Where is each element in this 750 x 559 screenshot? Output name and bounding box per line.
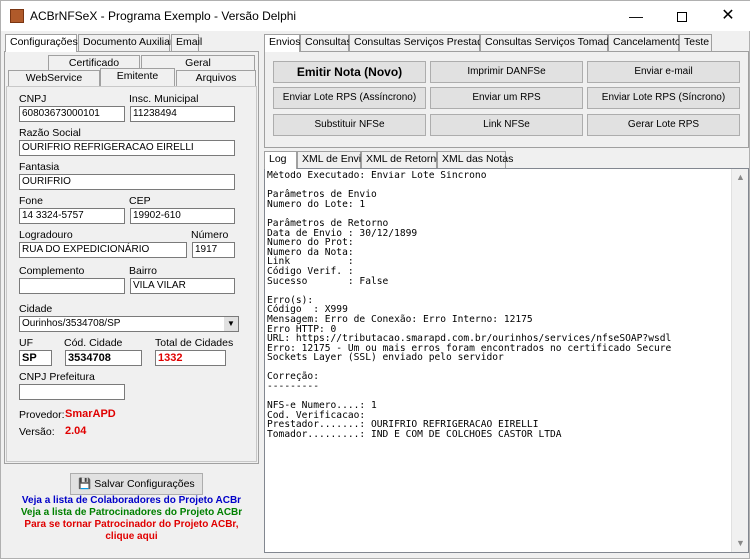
provedor-value: SmarAPD bbox=[65, 408, 116, 420]
title-bar: ACBrNFSeX - Programa Exemplo - Versão De… bbox=[1, 1, 750, 31]
main-window: ACBrNFSeX - Programa Exemplo - Versão De… bbox=[0, 0, 750, 559]
cnpj-label: CNPJ bbox=[19, 93, 47, 105]
tab-arquivos[interactable]: Arquivos bbox=[176, 70, 256, 87]
salvar-configuracoes-button[interactable]: 💾 Salvar Configurações bbox=[70, 473, 203, 495]
tab-webservice[interactable]: WebService bbox=[8, 70, 100, 87]
tab-documento-auxiliar[interactable]: Documento Auxiliar bbox=[78, 34, 173, 51]
cidade-value: Ourinhos/3534708/SP bbox=[22, 318, 121, 329]
logradouro-input[interactable]: RUA DO EXPEDICIONÁRIO bbox=[19, 242, 187, 258]
save-icon: 💾 bbox=[78, 478, 92, 490]
tab-envios[interactable]: Envios bbox=[264, 34, 301, 52]
total-cidades-label: Total de Cidades bbox=[155, 337, 234, 349]
tab-teste[interactable]: Teste bbox=[679, 34, 712, 51]
tab-servicos-prestados[interactable]: Consultas Serviços Prestados bbox=[349, 34, 494, 51]
cnpj-prefeitura-input[interactable] bbox=[19, 384, 125, 400]
cep-label: CEP bbox=[129, 195, 151, 207]
scroll-down-icon[interactable]: ▼ bbox=[732, 535, 749, 552]
log-line: --------- bbox=[267, 381, 319, 393]
tab-consultas[interactable]: Consultas bbox=[300, 34, 352, 51]
config-panel: Certificado Geral WebService Emitente Ar… bbox=[4, 51, 259, 464]
right-tabbar: Envios Consultas Consultas Serviços Pres… bbox=[264, 34, 749, 52]
bairro-label: Bairro bbox=[129, 265, 158, 277]
emitir-nota-button[interactable]: Emitir Nota (Novo) bbox=[273, 61, 426, 83]
log-memo[interactable]: Método Executado: Enviar Lote Síncrono Pa… bbox=[264, 168, 749, 553]
log-line: Sucesso : False bbox=[267, 275, 389, 287]
tab-servicos-tomados[interactable]: Consultas Serviços Tomados bbox=[480, 34, 620, 51]
complemento-label: Complemento bbox=[19, 265, 85, 277]
salvar-configuracoes-label: Salvar Configurações bbox=[94, 478, 195, 490]
enviar-lote-assincrono-button[interactable]: Enviar Lote RPS (Assíncrono) bbox=[273, 87, 426, 109]
numero-input[interactable]: 1917 bbox=[192, 242, 235, 258]
window-title: ACBrNFSeX - Programa Exemplo - Versão De… bbox=[30, 9, 297, 23]
app-icon bbox=[10, 9, 24, 23]
razao-label: Razão Social bbox=[19, 127, 81, 139]
complemento-input[interactable] bbox=[19, 278, 125, 294]
logradouro-label: Logradouro bbox=[19, 229, 73, 241]
log-line: Correção: bbox=[267, 371, 319, 383]
patrocinadores-link[interactable]: Veja a lista de Patrocinadores do Projet… bbox=[4, 507, 259, 519]
cod-cidade-input[interactable]: 3534708 bbox=[65, 350, 142, 366]
emitente-page: CNPJ 60803673000101 Insc. Municipal 1123… bbox=[6, 86, 257, 462]
colaboradores-link[interactable]: Veja a lista de Colaboradores do Projeto… bbox=[4, 495, 259, 507]
versao-value: 2.04 bbox=[65, 425, 87, 437]
patrocinador-link-line1[interactable]: Para se tornar Patrocinador do Projeto A… bbox=[4, 519, 259, 531]
numero-label: Número bbox=[191, 229, 229, 241]
chevron-down-icon[interactable]: ▼ bbox=[224, 317, 238, 331]
cod-cidade-label: Cód. Cidade bbox=[64, 337, 123, 349]
scroll-up-icon[interactable]: ▲ bbox=[732, 169, 749, 186]
tab-xml-notas[interactable]: XML das Notas bbox=[437, 151, 513, 168]
fone-label: Fone bbox=[19, 195, 43, 207]
left-tabbar: Configurações Documento Auxiliar Email bbox=[5, 34, 259, 52]
maximize-icon bbox=[677, 12, 687, 23]
razao-input[interactable]: OURIFRIO REFRIGERACAO EIRELLI bbox=[19, 140, 235, 156]
tab-emitente[interactable]: Emitente bbox=[100, 68, 175, 86]
cnpj-prefeitura-label: CNPJ Prefeitura bbox=[19, 371, 95, 383]
enviar-um-rps-button[interactable]: Enviar um RPS bbox=[430, 87, 583, 109]
uf-input[interactable]: SP bbox=[19, 350, 52, 366]
provedor-label: Provedor: bbox=[19, 409, 65, 421]
tab-xml-envio[interactable]: XML de Envio bbox=[297, 151, 367, 168]
fone-input[interactable]: 14 3324-5757 bbox=[19, 208, 125, 224]
imprimir-danfse-button[interactable]: Imprimir DANFSe bbox=[430, 61, 583, 83]
log-line: Numero do Lote: 1 bbox=[267, 198, 366, 210]
log-line: Mensagem: Erro de Conexão: Erro Interno:… bbox=[267, 313, 533, 325]
maximize-button[interactable] bbox=[659, 1, 705, 31]
cidade-label: Cidade bbox=[19, 303, 53, 315]
enviar-email-button[interactable]: Enviar e-mail bbox=[587, 61, 740, 83]
envios-panel: Emitir Nota (Novo) Imprimir DANFSe Envia… bbox=[264, 51, 749, 148]
log-scrollbar[interactable]: ▲ ▼ bbox=[731, 169, 748, 552]
fantasia-input[interactable]: OURIFRIO bbox=[19, 174, 235, 190]
log-tabbar: Log XML de Envio XML de Retorno XML das … bbox=[264, 151, 749, 169]
log-line: Tomador.........: IND E COM DE COLCHOES … bbox=[267, 429, 562, 441]
total-cidades-value: 1332 bbox=[155, 350, 226, 366]
im-input[interactable]: 11238494 bbox=[130, 106, 235, 122]
log-line: Método Executado: Enviar Lote Síncrono bbox=[267, 171, 487, 181]
tab-configuracoes[interactable]: Configurações bbox=[5, 34, 78, 52]
link-nfse-button[interactable]: Link NFSe bbox=[430, 114, 583, 136]
tab-log[interactable]: Log bbox=[264, 151, 297, 169]
bairro-input[interactable]: VILA VILAR bbox=[130, 278, 235, 294]
log-text: Método Executado: Enviar Lote Síncrono Pa… bbox=[267, 171, 729, 551]
fantasia-label: Fantasia bbox=[19, 161, 60, 173]
tab-xml-retorno[interactable]: XML de Retorno bbox=[361, 151, 442, 168]
gerar-lote-rps-button[interactable]: Gerar Lote RPS bbox=[587, 114, 740, 136]
log-line: Sockets Layer (SSL) enviado pelo servido… bbox=[267, 352, 504, 364]
patrocinador-link-line2[interactable]: clique aqui bbox=[4, 531, 259, 543]
links-area: Veja a lista de Colaboradores do Projeto… bbox=[4, 495, 259, 543]
enviar-lote-sincrono-button[interactable]: Enviar Lote RPS (Síncrono) bbox=[587, 87, 740, 109]
substituir-nfse-button[interactable]: Substituir NFSe bbox=[273, 114, 426, 136]
cidade-select[interactable]: Ourinhos/3534708/SP ▼ bbox=[19, 316, 239, 332]
uf-label: UF bbox=[19, 337, 33, 349]
tab-cancelamento[interactable]: Cancelamento bbox=[608, 34, 681, 51]
minimize-button[interactable]: — bbox=[613, 1, 659, 31]
versao-label: Versão: bbox=[19, 426, 55, 438]
cep-input[interactable]: 19902-610 bbox=[130, 208, 235, 224]
im-label: Insc. Municipal bbox=[129, 93, 199, 105]
tab-email[interactable]: Email bbox=[171, 34, 202, 51]
cnpj-input[interactable]: 60803673000101 bbox=[19, 106, 125, 122]
close-button[interactable]: ✕ bbox=[705, 1, 750, 31]
